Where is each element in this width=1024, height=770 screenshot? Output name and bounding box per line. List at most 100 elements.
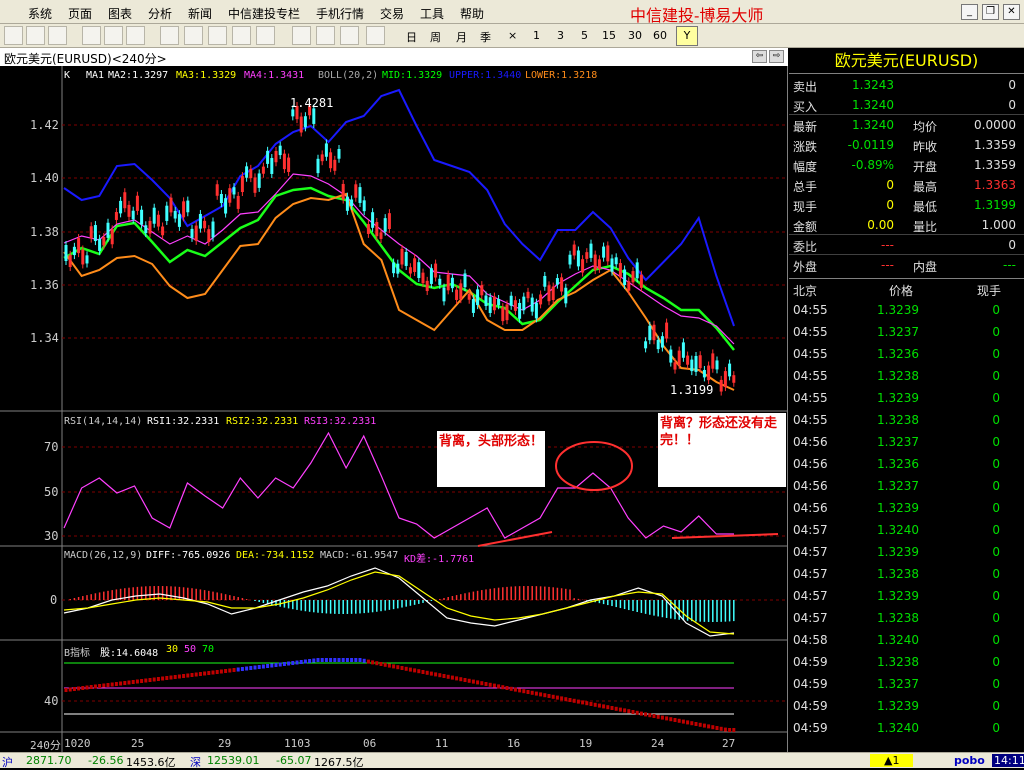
candle-body xyxy=(182,201,186,218)
period-60min[interactable]: 60 xyxy=(653,29,667,42)
chart-area[interactable]: 欧元美元(EURUSD)<240分> ⇦ ⇨ K MA1 MA2:1.3297 … xyxy=(0,48,788,752)
legend-b-30: 30 xyxy=(166,644,179,655)
menu-news[interactable]: 新闻 xyxy=(188,5,212,22)
b-dot xyxy=(148,678,152,682)
close-icon[interactable]: ✕ xyxy=(1003,4,1020,20)
menu-page[interactable]: 页面 xyxy=(68,5,92,22)
candle-body xyxy=(715,360,719,370)
minimize-icon[interactable]: _ xyxy=(961,4,978,20)
period-day[interactable]: 日 xyxy=(406,29,417,45)
refresh-icon[interactable] xyxy=(208,26,227,45)
quote-row: 外盘 --- 内盘 --- xyxy=(789,255,1024,275)
candle-body xyxy=(585,252,589,259)
tick-price: 1.3237 xyxy=(877,435,919,449)
tick-row: 04:57 1.3238 0 xyxy=(789,564,1024,584)
b-dot xyxy=(72,687,76,691)
tick-time: 04:55 xyxy=(793,413,828,427)
period-3min[interactable]: 3 xyxy=(557,29,564,42)
b-dot xyxy=(497,684,501,689)
tick-volume: 0 xyxy=(992,567,1000,581)
candle-body xyxy=(555,278,559,285)
menu-tools[interactable]: 工具 xyxy=(420,5,444,22)
candle-body xyxy=(375,222,379,237)
menu-trade[interactable]: 交易 xyxy=(380,5,404,22)
legend-rsi3: RSI3:32.2331 xyxy=(304,416,377,427)
b-dot xyxy=(140,679,144,683)
b-dot xyxy=(450,675,454,680)
period-close[interactable]: × xyxy=(508,29,517,42)
period-week[interactable]: 周 xyxy=(430,29,441,45)
b-dot xyxy=(329,658,333,662)
quote-panel: 欧元美元(EURUSD) 卖出 1.3243 0 买入 1.3240 0 最新 1.3240 均… xyxy=(789,48,1024,752)
tick-time: 04:55 xyxy=(793,369,828,383)
b-dot xyxy=(518,688,522,693)
menu-analysis[interactable]: 分析 xyxy=(148,5,172,22)
b-dot xyxy=(635,710,639,715)
legend-dea: DEA:-734.1152 xyxy=(236,550,315,561)
portfolio-icon[interactable] xyxy=(340,26,359,45)
table-icon[interactable] xyxy=(48,26,67,45)
b-dot xyxy=(303,659,307,664)
candle-body xyxy=(606,245,610,262)
menu-mobile-quotes[interactable]: 手机行情 xyxy=(316,5,364,22)
tick-time: 04:59 xyxy=(793,655,828,669)
window-controls: _ ❐ ✕ xyxy=(957,3,1020,20)
legend-boll: BOLL(20,2) xyxy=(318,70,379,81)
period-15min[interactable]: 15 xyxy=(602,29,616,42)
candle-body xyxy=(253,177,257,193)
candle-body xyxy=(161,226,165,236)
candle-body xyxy=(362,200,366,212)
candle-body xyxy=(421,272,425,284)
candle-body xyxy=(614,257,618,265)
tick-time: 04:59 xyxy=(793,699,828,713)
quote-label: 最高 xyxy=(913,180,938,194)
period-active[interactable]: Y xyxy=(676,26,698,46)
b-dot xyxy=(639,711,643,716)
zoom-in-icon[interactable] xyxy=(232,26,251,45)
tick-row: 04:57 1.3238 0 xyxy=(789,608,1024,628)
candle-body xyxy=(98,238,102,251)
b-dot xyxy=(266,664,270,668)
menu-system[interactable]: 系统 xyxy=(28,5,52,22)
zoom-out-icon[interactable] xyxy=(256,26,275,45)
candle-body xyxy=(455,289,459,300)
tick-time: 04:59 xyxy=(793,721,828,735)
restore-icon[interactable]: ❐ xyxy=(982,4,999,20)
flash-icon[interactable] xyxy=(366,26,385,45)
candle-body xyxy=(509,295,513,306)
period-1min[interactable]: 1 xyxy=(533,29,540,42)
quote-value: 1.3363 xyxy=(974,178,1016,192)
order-icon[interactable] xyxy=(316,26,335,45)
alert-badge[interactable]: ▲1 xyxy=(870,754,914,767)
list-icon[interactable] xyxy=(82,26,101,45)
f10-icon[interactable] xyxy=(126,26,145,45)
b-dot xyxy=(64,688,68,692)
menu-help[interactable]: 帮助 xyxy=(460,5,484,22)
edit-icon[interactable] xyxy=(160,26,179,45)
candle-body xyxy=(702,369,706,378)
candle-body xyxy=(694,355,698,372)
b-dot xyxy=(177,674,181,679)
period-season[interactable]: 季 xyxy=(480,29,491,45)
draw-line-icon[interactable] xyxy=(184,26,203,45)
legend-diff: DIFF:-765.0926 xyxy=(146,550,231,561)
candle-body xyxy=(72,246,76,256)
candle-body xyxy=(287,157,291,172)
b-dot xyxy=(232,668,236,672)
b-dot xyxy=(245,666,249,671)
menu-citic-column[interactable]: 中信建投专栏 xyxy=(228,5,300,22)
candle-body xyxy=(719,379,723,392)
period-month[interactable]: 月 xyxy=(456,29,467,45)
candle-body xyxy=(324,143,328,157)
layout-icon[interactable] xyxy=(104,26,123,45)
candle-body xyxy=(677,350,681,366)
line-chart-icon[interactable] xyxy=(26,26,45,45)
period-30min[interactable]: 30 xyxy=(628,29,642,42)
period-5min[interactable]: 5 xyxy=(581,29,588,42)
grid-icon[interactable] xyxy=(4,26,23,45)
b-dot xyxy=(492,683,496,688)
candle-body xyxy=(656,339,660,350)
alarm-icon[interactable] xyxy=(292,26,311,45)
candle-body xyxy=(438,278,442,285)
menu-chart[interactable]: 图表 xyxy=(108,5,132,22)
